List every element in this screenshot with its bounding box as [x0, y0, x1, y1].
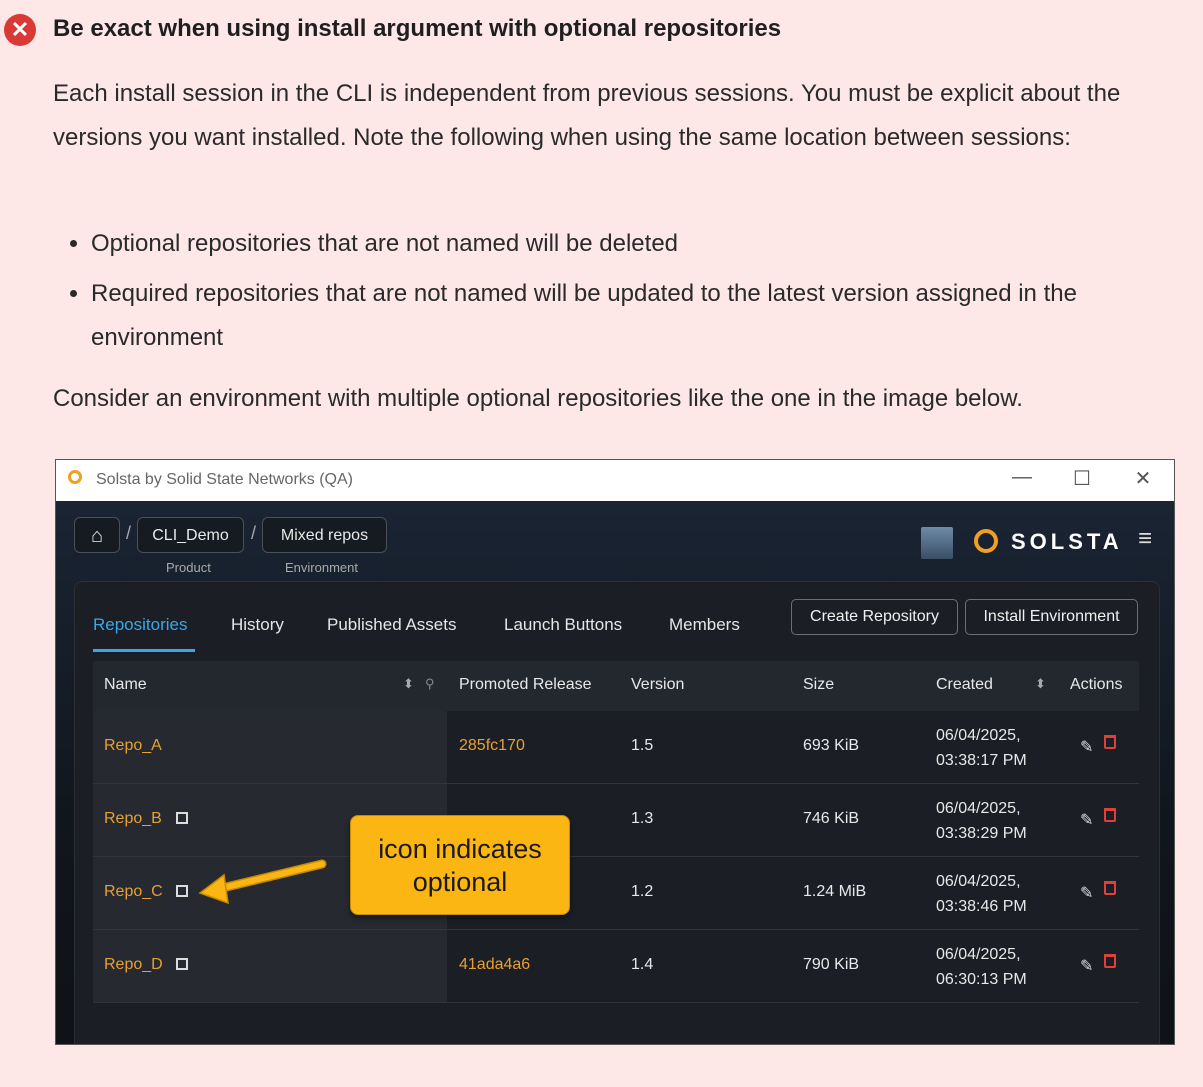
- app-logo-icon: [68, 470, 82, 484]
- callout-arrow: [198, 859, 327, 905]
- example-paragraph: Consider an environment with multiple op…: [53, 385, 1023, 412]
- list-item: Required repositories that are not named…: [91, 272, 1171, 360]
- rules-list: Optional repositories that are not named…: [53, 222, 1171, 366]
- app-body: ⌂ / CLI_Demo / Mixed repos Product Envir…: [56, 501, 1174, 1044]
- intro-paragraph: Each install session in the CLI is indep…: [53, 80, 1121, 151]
- page-title: Be exact when using install argument wit…: [53, 15, 782, 42]
- callout-text: icon indicates: [378, 834, 542, 864]
- minimize-button[interactable]: —: [1007, 466, 1037, 489]
- callout-box: icon indicates optional: [350, 815, 570, 915]
- app-screenshot: Solsta by Solid State Networks (QA) — ☐ …: [55, 459, 1175, 1045]
- callout-text: optional: [412, 867, 508, 897]
- window-titlebar: Solsta by Solid State Networks (QA) — ☐ …: [56, 460, 1174, 502]
- maximize-button[interactable]: ☐: [1067, 466, 1097, 491]
- close-button[interactable]: ✕: [1128, 466, 1158, 491]
- window-title: Solsta by Solid State Networks (QA): [96, 471, 353, 488]
- list-item: Optional repositories that are not named…: [91, 222, 1171, 266]
- error-icon: ✕: [4, 14, 36, 46]
